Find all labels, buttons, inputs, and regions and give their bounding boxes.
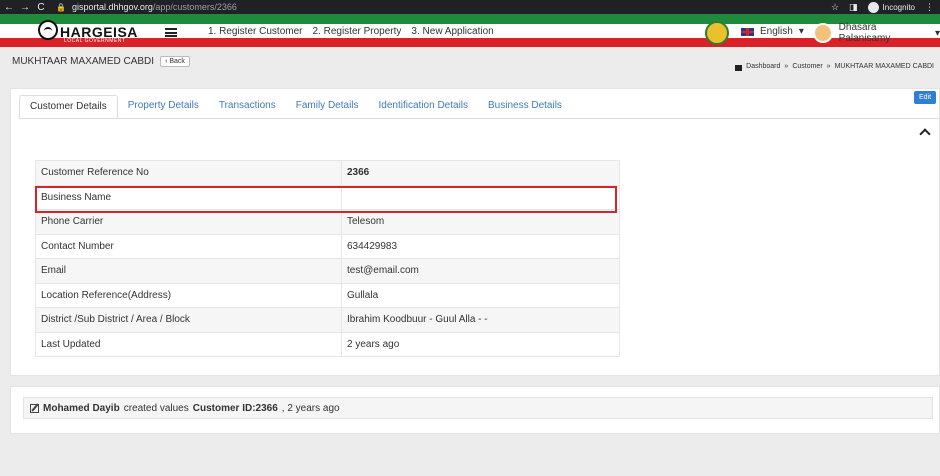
app-header: HARGEISA LOCAL GOVERNMENT 1. Register Cu…: [0, 14, 940, 47]
forward-arrow-icon[interactable]: →: [18, 2, 32, 13]
breadcrumb-dashboard[interactable]: Dashboard: [746, 63, 780, 70]
nav-register-property[interactable]: 2. Register Property: [312, 26, 401, 37]
browser-toolbar: ← → C 🔒 gisportal.dhhgov.org/app/custome…: [0, 0, 940, 14]
caret-down-icon: ▾: [798, 26, 804, 37]
url-path[interactable]: /app/customers/2366: [153, 2, 237, 12]
logo-subtext: LOCAL GOVERNMENT: [64, 38, 126, 44]
tab-family-details[interactable]: Family Details: [286, 95, 369, 119]
table-row: Phone Carrier Telesom: [35, 209, 620, 235]
tab-customer-details[interactable]: Customer Details: [19, 95, 118, 119]
breadcrumb-current: MUKHTAAR MAXAMED CABDI: [834, 63, 934, 70]
user-menu[interactable]: Dhasara Palanisamy ▾: [813, 22, 940, 44]
activity-action: created values: [123, 402, 189, 414]
tab-bar: Customer Details Property Details Transa…: [19, 95, 572, 119]
hamburger-menu-icon[interactable]: [165, 28, 177, 37]
star-icon[interactable]: ☆: [831, 2, 839, 13]
detail-label: Location Reference(Address): [35, 282, 342, 308]
table-row: Email test@email.com: [35, 258, 620, 284]
back-button-label: Back: [169, 58, 185, 65]
table-row: Last Updated 2 years ago: [35, 331, 620, 357]
detail-label: Contact Number: [35, 233, 342, 259]
flag-stripe-green: [0, 14, 940, 24]
incognito-indicator[interactable]: Incognito: [867, 1, 915, 13]
language-label: English: [760, 26, 793, 37]
activity-target: Customer ID:2366: [192, 402, 278, 414]
sidepanel-icon[interactable]: ◨: [849, 2, 858, 13]
lock-icon: 🔒: [56, 2, 66, 12]
flag-stripe-red: [0, 38, 940, 47]
tab-business-details[interactable]: Business Details: [478, 95, 572, 119]
language-dropdown[interactable]: English ▾: [741, 26, 804, 37]
url-host[interactable]: gisportal.dhhgov.org: [72, 2, 153, 12]
table-row: Location Reference(Address) Gullala: [35, 282, 620, 308]
table-row: District /Sub District / Area / Block Ibr…: [35, 307, 620, 333]
more-menu-icon[interactable]: ⋮: [925, 2, 934, 13]
tabs-divider: [19, 118, 940, 119]
back-arrow-icon[interactable]: ←: [2, 2, 16, 13]
activity-entry: Mohamed Dayib created values Customer ID…: [23, 397, 933, 419]
detail-value: test@email.com: [341, 258, 620, 284]
tab-transactions[interactable]: Transactions: [209, 95, 286, 119]
incognito-label: Incognito: [882, 2, 915, 12]
detail-value: 634429983: [341, 233, 620, 259]
logo-emblem-icon: [38, 20, 58, 40]
back-button[interactable]: ‹ Back: [160, 56, 190, 67]
detail-label: Business Name: [35, 184, 342, 210]
top-nav: 1. Register Customer 2. Register Propert…: [208, 26, 494, 37]
page-title-row: MUKHTAAR MAXAMED CABDI ‹ Back: [12, 56, 190, 67]
edit-button[interactable]: Edit: [914, 91, 937, 104]
detail-value: Gullala: [341, 282, 620, 308]
avatar: [813, 23, 833, 43]
detail-label: Customer Reference No: [35, 160, 342, 186]
table-row: Contact Number 634429983: [35, 233, 620, 259]
detail-value: [341, 184, 620, 210]
nav-register-customer[interactable]: 1. Register Customer: [208, 26, 302, 37]
breadcrumb-customer[interactable]: Customer: [792, 63, 822, 70]
incognito-icon: [867, 1, 879, 13]
caret-down-icon: ▾: [934, 27, 940, 39]
table-row: Business Name: [35, 184, 620, 210]
customer-details-table: Customer Reference No 2366 Business Name …: [35, 160, 620, 357]
detail-label: District /Sub District / Area / Block: [35, 307, 342, 333]
tab-property-details[interactable]: Property Details: [118, 95, 209, 119]
detail-label: Phone Carrier: [35, 209, 342, 235]
breadcrumb: Dashboard » Customer » MUKHTAAR MAXAMED …: [735, 63, 934, 71]
activity-panel: Mohamed Dayib created values Customer ID…: [10, 386, 940, 434]
detail-value: Ibrahim Koodbuur - Guul Alla - -: [341, 307, 620, 333]
page-title: MUKHTAAR MAXAMED CABDI: [12, 56, 155, 67]
reload-icon[interactable]: C: [34, 2, 48, 13]
detail-label: Last Updated: [35, 331, 342, 357]
uk-flag-icon: [741, 27, 754, 36]
detail-value: 2 years ago: [341, 331, 620, 357]
tab-identification-details[interactable]: Identification Details: [369, 95, 479, 119]
activity-actor: Mohamed Dayib: [43, 402, 120, 414]
home-icon: [735, 64, 743, 71]
activity-time: , 2 years ago: [281, 402, 340, 414]
nav-new-application[interactable]: 3. New Application: [411, 26, 493, 37]
table-row: Customer Reference No 2366: [35, 160, 620, 186]
detail-value: 2366: [341, 160, 620, 186]
detail-value: Telesom: [341, 209, 620, 235]
breadcrumb-separator: »: [784, 63, 789, 70]
edit-icon: [30, 403, 39, 413]
detail-label: Email: [35, 258, 342, 284]
user-name: Dhasara Palanisamy: [838, 22, 891, 44]
breadcrumb-separator: »: [826, 63, 831, 70]
government-emblem-icon: [705, 21, 729, 45]
